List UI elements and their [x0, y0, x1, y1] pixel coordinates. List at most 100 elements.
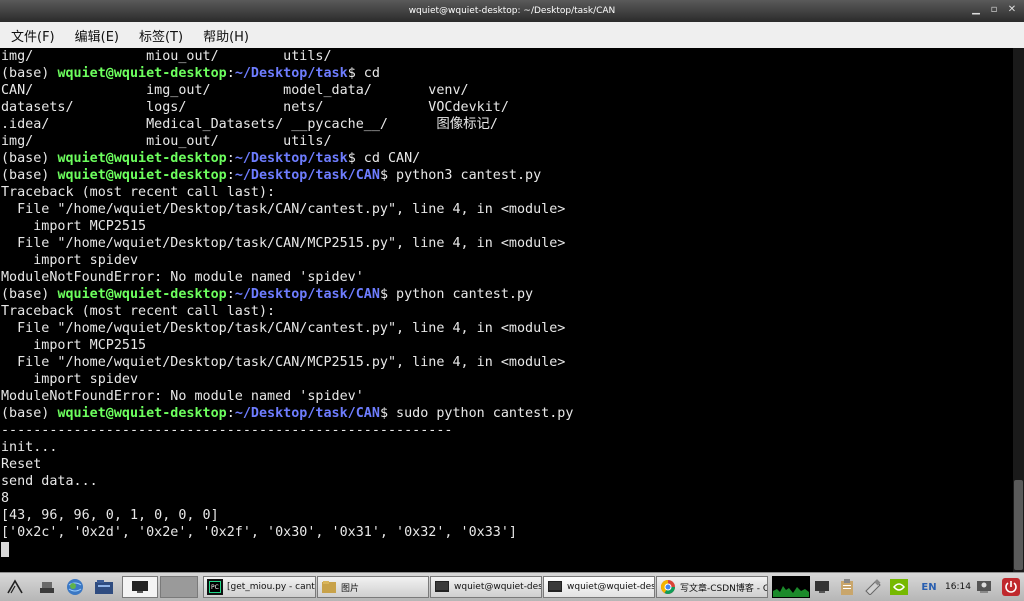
command-text: $ cd CAN/ — [347, 151, 421, 166]
menu-file[interactable]: 文件(F) — [2, 26, 64, 45]
window-titlebar[interactable]: wquiet@wquiet-desktop: ~/Desktop/task/CA… — [0, 0, 1024, 22]
input-language[interactable]: EN — [916, 576, 942, 598]
power-icon[interactable] — [1000, 576, 1022, 598]
prompt-line: (base) wquiet@wquiet-desktop:~/Desktop/t… — [0, 286, 1013, 303]
file-manager-icon[interactable] — [92, 576, 116, 598]
conda-env: (base) — [1, 66, 58, 81]
output-line: .idea/ Medical_Datasets/ __pycache__/ 图像… — [1, 117, 498, 132]
menu-help[interactable]: 帮助(H) — [194, 26, 258, 45]
task-label: wquiet@wquiet-des... — [454, 582, 542, 592]
output-line: import MCP2515 — [1, 219, 147, 234]
prompt-user: wquiet@wquiet-desktop — [57, 151, 227, 166]
prompt-path: ~/Desktop/task/CAN — [234, 168, 380, 183]
user-icon[interactable] — [974, 576, 994, 598]
close-icon[interactable]: ✕ — [1006, 4, 1018, 16]
svg-text:PC: PC — [211, 584, 219, 591]
menu-bar: 文件(F) 编辑(E) 标签(T) 帮助(H) — [0, 22, 1024, 49]
output-line: File "/home/wquiet/Desktop/task/CAN/cant… — [1, 202, 566, 217]
nvidia-icon[interactable] — [888, 576, 910, 598]
prompt-line: (base) wquiet@wquiet-desktop:~/Desktop/t… — [0, 405, 1013, 422]
output-line: 8 — [1, 491, 10, 506]
browser-icon[interactable] — [64, 576, 86, 598]
output-line: send data... — [1, 474, 98, 489]
command-text: $ python cantest.py — [379, 287, 534, 302]
command-text: $ cd — [347, 66, 380, 81]
screen-icon[interactable] — [812, 576, 832, 598]
task-terminal-2[interactable]: wquiet@wquiet-des... — [543, 576, 655, 598]
prompt-colon: : — [226, 406, 235, 421]
workspace-2[interactable] — [160, 576, 198, 598]
task-terminal-1[interactable]: wquiet@wquiet-des... — [430, 576, 542, 598]
taskbar: PC [get_miou.py - cant... 图片 wquiet@wqui… — [0, 572, 1024, 601]
prompt-path: ~/Desktop/task — [234, 151, 348, 166]
output-line: File "/home/wquiet/Desktop/task/CAN/MCP2… — [1, 355, 566, 370]
show-desktop-icon[interactable] — [36, 576, 58, 598]
separator-line: ----------------------------------------… — [1, 423, 453, 438]
prompt-path: ~/Desktop/task/CAN — [234, 406, 380, 421]
prompt-user: wquiet@wquiet-desktop — [57, 66, 227, 81]
output-line: Traceback (most recent call last): — [1, 185, 276, 200]
terminal-icon — [548, 581, 562, 592]
task-label: wquiet@wquiet-des... — [567, 582, 655, 592]
output-line: import spidev — [1, 253, 139, 268]
output-line: img/ miou_out/ utils/ — [1, 134, 332, 149]
window-controls: ▁ ▫ ✕ — [970, 4, 1018, 16]
task-label: 写文章-CSDN博客 - C... — [680, 583, 768, 594]
prompt-line: (base) wquiet@wquiet-desktop:~/Desktop/t… — [0, 167, 1013, 184]
start-menu-icon[interactable] — [4, 576, 26, 598]
cursor-line — [0, 541, 1013, 558]
clipboard-icon[interactable] — [836, 576, 858, 598]
window-title: wquiet@wquiet-desktop: ~/Desktop/task/CA… — [408, 6, 616, 16]
chrome-icon — [661, 580, 675, 594]
folder-icon — [322, 581, 336, 593]
prompt-colon: : — [226, 287, 235, 302]
terminal-output[interactable]: img/ miou_out/ utils/ (base) wquiet@wqui… — [0, 48, 1013, 572]
prompt-colon: : — [226, 151, 235, 166]
pycharm-icon: PC — [207, 579, 223, 595]
task-images[interactable]: 图片 — [317, 576, 429, 598]
maximize-icon[interactable]: ▫ — [988, 4, 1000, 16]
prompt-user: wquiet@wquiet-desktop — [57, 287, 227, 302]
conda-env: (base) — [1, 168, 58, 183]
prompt-user: wquiet@wquiet-desktop — [57, 168, 227, 183]
task-label: [get_miou.py - cant... — [227, 582, 316, 592]
conda-env: (base) — [1, 406, 58, 421]
output-line: CAN/ img_out/ model_data/ venv/ — [1, 83, 469, 98]
terminal-scrollbar[interactable] — [1013, 48, 1024, 572]
scrollbar-thumb[interactable] — [1014, 480, 1023, 570]
output-line: Traceback (most recent call last): — [1, 304, 276, 319]
output-line: img/ miou_out/ utils/ — [1, 49, 332, 64]
minimize-icon[interactable]: ▁ — [970, 4, 982, 16]
usb-icon[interactable] — [862, 576, 884, 598]
menu-edit[interactable]: 编辑(E) — [66, 26, 128, 45]
output-line: File "/home/wquiet/Desktop/task/CAN/MCP2… — [1, 236, 566, 251]
prompt-line: (base) wquiet@wquiet-desktop:~/Desktop/t… — [0, 150, 1013, 167]
prompt-colon: : — [226, 66, 235, 81]
output-line: Reset — [1, 457, 42, 472]
command-text: $ python3 cantest.py — [379, 168, 542, 183]
output-line: ['0x2c', '0x2d', '0x2e', '0x2f', '0x30',… — [1, 525, 517, 540]
output-line: import spidev — [1, 372, 139, 387]
output-line: init... — [1, 440, 58, 455]
output-line: File "/home/wquiet/Desktop/task/CAN/cant… — [1, 321, 566, 336]
terminal-cursor — [1, 541, 9, 557]
menu-tabs[interactable]: 标签(T) — [130, 26, 192, 45]
output-line: [43, 96, 96, 0, 1, 0, 0, 0] — [1, 508, 219, 523]
cpu-monitor-icon — [772, 576, 810, 598]
prompt-path: ~/Desktop/task — [234, 66, 348, 81]
conda-env: (base) — [1, 151, 58, 166]
task-browser[interactable]: 写文章-CSDN博客 - C... — [656, 576, 768, 598]
command-text: $ sudo python cantest.py — [379, 406, 574, 421]
output-line: datasets/ logs/ nets/ VOCdevkit/ — [1, 100, 509, 115]
prompt-user: wquiet@wquiet-desktop — [57, 406, 227, 421]
workspace-1[interactable] — [122, 576, 158, 598]
conda-env: (base) — [1, 287, 58, 302]
terminal-icon — [435, 581, 449, 592]
prompt-path: ~/Desktop/task/CAN — [234, 287, 380, 302]
prompt-line: (base) wquiet@wquiet-desktop:~/Desktop/t… — [0, 65, 1013, 82]
clock[interactable]: 16:14 — [944, 576, 972, 598]
prompt-colon: : — [226, 168, 235, 183]
task-label: 图片 — [341, 583, 360, 594]
output-line: import MCP2515 — [1, 338, 147, 353]
task-pycharm[interactable]: PC [get_miou.py - cant... — [203, 576, 316, 598]
